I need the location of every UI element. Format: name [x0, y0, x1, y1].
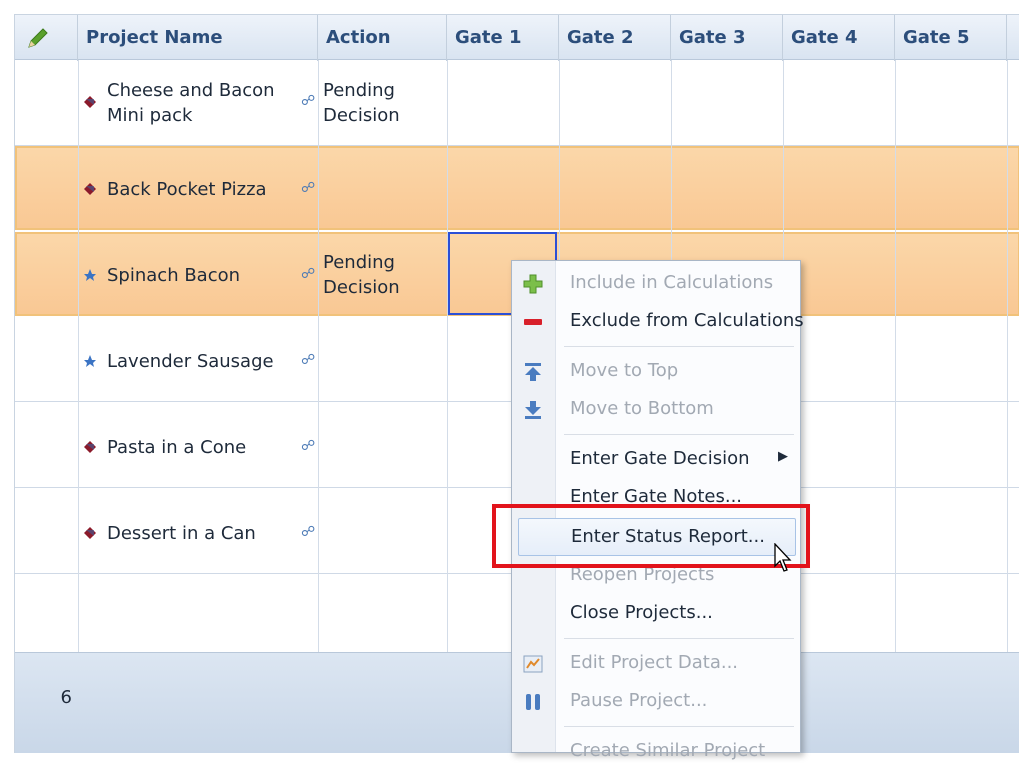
share-icon[interactable]: ☍: [301, 352, 315, 368]
column-divider: [895, 60, 896, 753]
action-value: Pending Decision: [323, 250, 400, 300]
mouse-pointer-icon: [774, 543, 792, 572]
table-row[interactable]: Cheese and Bacon Mini pack ☍ Pending Dec…: [15, 60, 1019, 146]
menu-item-move-to-top[interactable]: Move to Top: [512, 353, 800, 391]
column-divider: [447, 60, 448, 753]
menu-item-close-projects[interactable]: Close Projects...: [512, 595, 800, 633]
menu-item-label: Include in Calculations: [570, 272, 774, 293]
project-name[interactable]: Spinach Bacon: [107, 263, 240, 288]
menu-item-include-in-calculations[interactable]: Include in Calculations: [512, 265, 800, 303]
share-icon[interactable]: ☍: [301, 266, 315, 282]
menu-item-enter-gate-decision[interactable]: Enter Gate Decision ▶: [512, 441, 800, 479]
menu-item-exclude-from-calculations[interactable]: Exclude from Calculations: [512, 303, 804, 341]
menu-separator: [564, 638, 794, 639]
pause-icon: [526, 694, 540, 710]
plus-icon: [523, 274, 543, 294]
menu-item-label: Exclude from Calculations: [570, 310, 804, 331]
menu-item-label: Close Projects...: [570, 602, 713, 623]
row-count: 6: [60, 687, 72, 708]
menu-separator: [564, 346, 794, 347]
column-header-gate-1[interactable]: Gate 1: [447, 15, 559, 61]
red-diamond-icon: [84, 527, 96, 539]
project-name[interactable]: Cheese and Bacon Mini pack: [107, 78, 275, 128]
move-top-icon: [525, 363, 541, 381]
menu-item-edit-project-data[interactable]: Edit Project Data...: [512, 645, 800, 683]
menu-item-label: Create Similar Project: [570, 740, 766, 761]
column-divider: [318, 60, 319, 753]
menu-separator: [564, 434, 794, 435]
red-diamond-icon: [84, 96, 96, 108]
project-name[interactable]: Lavender Sausage: [107, 349, 274, 374]
share-icon[interactable]: ☍: [301, 438, 315, 454]
column-divider: [1007, 60, 1008, 753]
grid-header: Project Name Action Gate 1 Gate 2 Gate 3…: [15, 14, 1019, 61]
column-header-gate-4[interactable]: Gate 4: [783, 15, 895, 61]
menu-item-create-similar-project[interactable]: Create Similar Project: [512, 733, 800, 771]
menu-item-label: Move to Bottom: [570, 398, 714, 419]
action-line: Pending: [323, 80, 395, 101]
project-name[interactable]: Back Pocket Pizza: [107, 177, 267, 202]
edit-column-header[interactable]: [15, 15, 78, 61]
edit-data-icon: [523, 655, 543, 673]
menu-item-label: Edit Project Data...: [570, 652, 739, 673]
blue-star-icon: [84, 355, 96, 367]
table-row-selected[interactable]: Back Pocket Pizza ☍: [15, 146, 1019, 230]
minus-icon: [524, 319, 542, 325]
menu-item-label: Enter Gate Decision: [570, 448, 750, 469]
action-line: Pending: [323, 252, 395, 273]
menu-item-label: Pause Project...: [570, 690, 708, 711]
submenu-arrow-icon: ▶: [778, 449, 788, 464]
action-value: Pending Decision: [323, 78, 400, 128]
menu-item-label: Move to Top: [570, 360, 679, 381]
red-diamond-icon: [84, 441, 96, 453]
column-header-gate-3[interactable]: Gate 3: [671, 15, 783, 61]
red-diamond-icon: [84, 183, 96, 195]
menu-separator: [564, 726, 794, 727]
menu-item-pause-project[interactable]: Pause Project...: [512, 683, 800, 721]
move-bottom-icon: [525, 401, 541, 419]
column-header-gate-5[interactable]: Gate 5: [895, 15, 1007, 61]
project-name[interactable]: Pasta in a Cone: [107, 435, 246, 460]
share-icon[interactable]: ☍: [301, 93, 315, 109]
column-header-action[interactable]: Action: [318, 15, 447, 61]
project-name[interactable]: Dessert in a Can: [107, 521, 256, 546]
pencil-icon: [28, 28, 48, 48]
blue-star-icon: [84, 269, 96, 281]
share-icon[interactable]: ☍: [301, 524, 315, 540]
column-divider: [78, 60, 79, 753]
project-name-line: Cheese and Bacon: [107, 80, 275, 101]
highlight-annotation-box: [492, 504, 810, 568]
action-line: Decision: [323, 277, 400, 298]
menu-item-move-to-bottom[interactable]: Move to Bottom: [512, 391, 800, 429]
project-name-line: Mini pack: [107, 105, 193, 126]
column-header-gate-2[interactable]: Gate 2: [559, 15, 671, 61]
column-header-project-name[interactable]: Project Name: [78, 15, 318, 61]
action-line: Decision: [323, 105, 400, 126]
share-icon[interactable]: ☍: [301, 180, 315, 196]
